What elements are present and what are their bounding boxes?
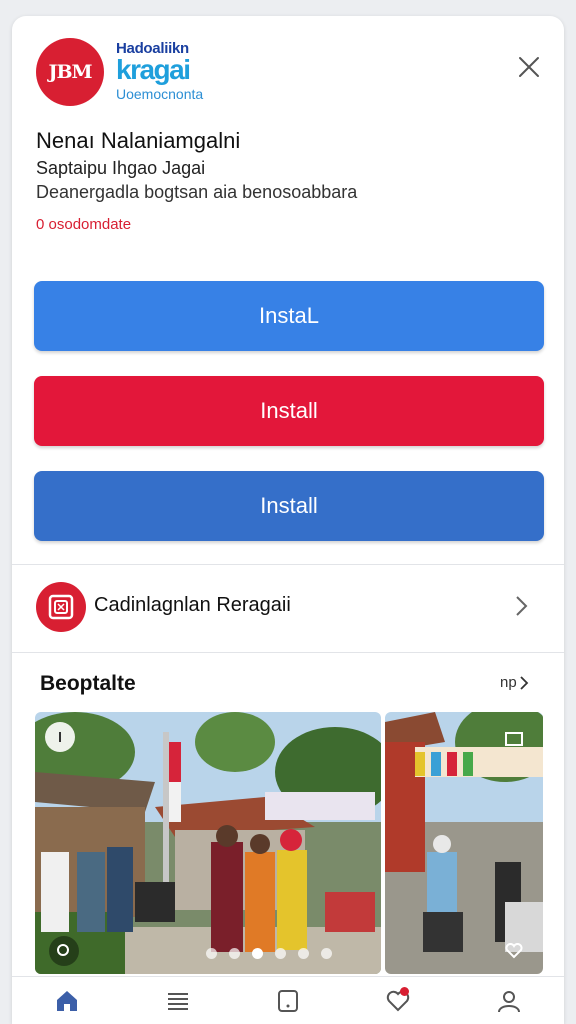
pagination-dot[interactable] — [275, 948, 286, 959]
gallery-photo-village[interactable] — [35, 712, 381, 974]
install-button-primary[interactable]: InstaL — [34, 281, 544, 351]
gallery-photo-street[interactable] — [385, 712, 543, 974]
nav-home[interactable] — [45, 979, 89, 1023]
brand-square-icon — [36, 582, 86, 632]
divider — [12, 564, 564, 565]
profile-icon — [497, 990, 520, 1012]
pagination-dot[interactable] — [229, 948, 240, 959]
nav-profile[interactable] — [487, 979, 531, 1023]
nav-list[interactable] — [156, 979, 200, 1023]
status-text: 0 osodomdate — [36, 216, 132, 233]
install-button-red[interactable]: Install — [34, 376, 544, 446]
brand-name: kragai — [116, 54, 191, 85]
header: JBM Hadoaliikn kragai Uoemocnonta Nenaı … — [12, 16, 564, 266]
pagination-dot[interactable] — [206, 948, 217, 959]
home-icon — [57, 990, 78, 1011]
close-button[interactable] — [512, 50, 546, 84]
chevron-right-icon — [516, 596, 528, 616]
notification-badge — [400, 986, 410, 996]
app-subtitle: Saptaipu Ihgao Jagai — [36, 158, 206, 178]
divider — [12, 652, 564, 653]
expand-icon[interactable] — [499, 724, 529, 754]
chevron-right-icon — [520, 675, 528, 690]
pagination-dot[interactable] — [321, 948, 332, 959]
app-card: JBM Hadoaliikn kragai Uoemocnonta Nenaı … — [12, 16, 564, 1024]
tablet-icon — [277, 989, 298, 1012]
brand-tagline: Uoemocnonta — [116, 86, 204, 102]
install-button-blue[interactable]: Install — [34, 471, 544, 541]
section-more-label: np — [500, 674, 517, 691]
info-icon[interactable] — [45, 722, 75, 752]
nav-tablet[interactable] — [266, 979, 310, 1023]
list-icon — [167, 992, 188, 1010]
app-description: Deanergadla bogtsan aia benosoabbara — [36, 182, 358, 202]
zoom-icon[interactable] — [49, 936, 79, 966]
section-title: Beoptalte — [40, 672, 136, 695]
bottom-nav — [12, 976, 564, 1024]
section-more-link[interactable]: np — [500, 674, 529, 691]
close-icon — [519, 57, 539, 77]
app-title: Nenaı Nalaniamgalni — [36, 128, 241, 153]
pagination-dot-active[interactable] — [252, 948, 263, 959]
nav-favorites[interactable] — [376, 979, 420, 1023]
gallery-pagination — [206, 948, 332, 959]
brand-link-row[interactable]: Cadinlagnlan Reragaii — [12, 566, 564, 650]
brand-logo: JBM — [36, 38, 104, 106]
brand-link-label: Cadinlagnlan Reragaii — [94, 594, 291, 616]
logo-text: JBM — [48, 61, 92, 83]
favorite-icon[interactable] — [499, 936, 529, 966]
pagination-dot[interactable] — [298, 948, 309, 959]
